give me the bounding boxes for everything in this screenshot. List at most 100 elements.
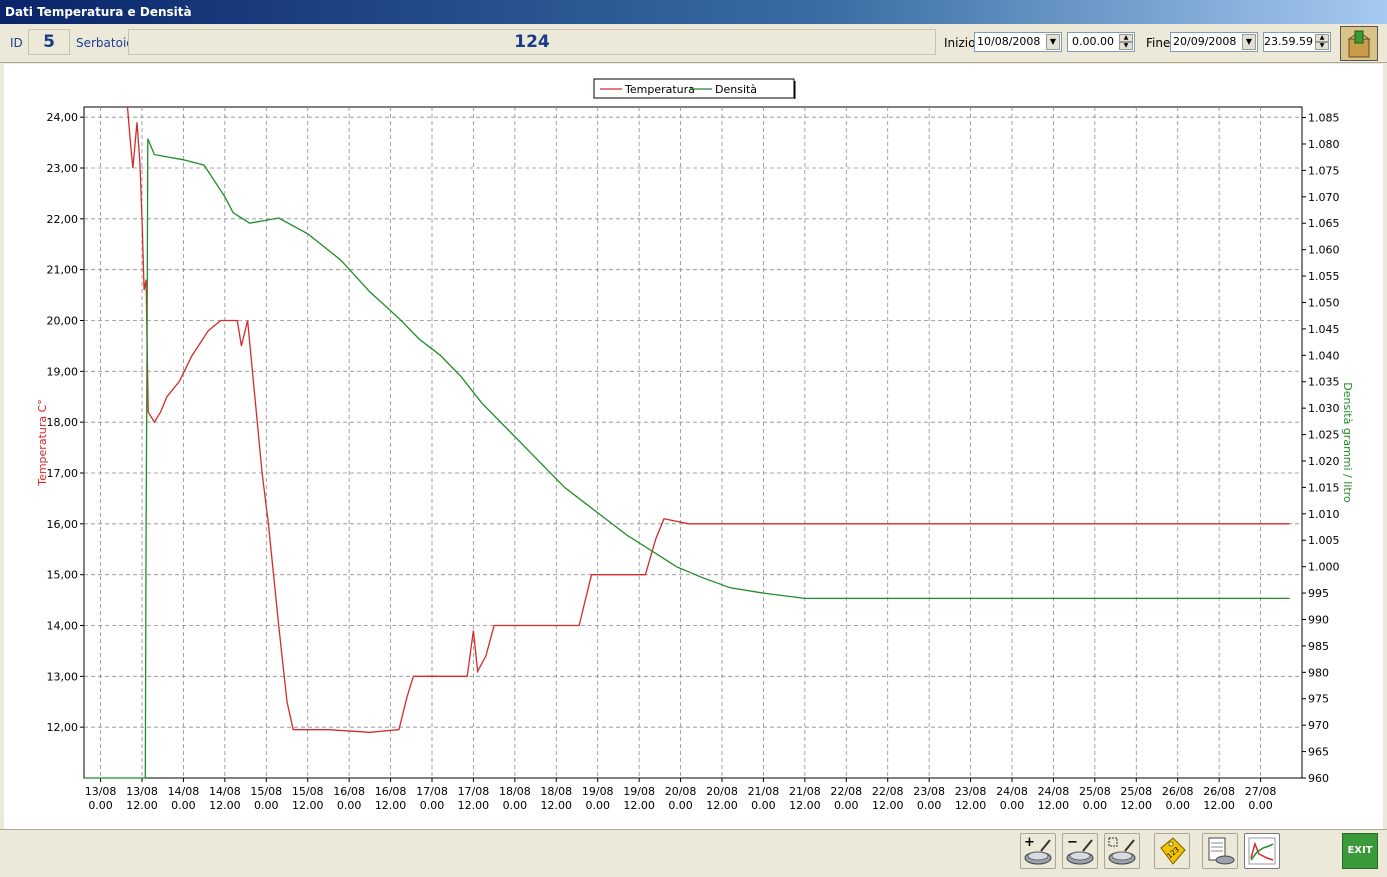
exit-button[interactable]: EXIT <box>1342 833 1378 869</box>
spin-down-icon[interactable]: ▼ <box>1119 42 1133 50</box>
x-tick-time: 0.00 <box>337 799 362 812</box>
y-left-tick-label: 14,00 <box>47 620 79 633</box>
y-right-tick-label: 1.040 <box>1308 349 1340 362</box>
svg-text:−: − <box>1067 835 1078 850</box>
id-label: ID <box>10 36 23 50</box>
y-right-tick-label: 1.035 <box>1308 376 1340 389</box>
y-right-tick-label: 990 <box>1308 613 1329 626</box>
x-tick-time: 12.00 <box>1121 799 1153 812</box>
y-right-tick-label: 1.075 <box>1308 164 1340 177</box>
x-tick-date: 26/08 <box>1162 785 1194 798</box>
x-tick-date: 24/08 <box>996 785 1028 798</box>
y-left-tick-label: 18,00 <box>47 416 79 429</box>
y-right-tick-label: 1.045 <box>1308 323 1340 336</box>
zoom-reset-icon <box>1108 837 1136 865</box>
chart-svg: 13/080.0013/0812.0014/080.0014/0812.0015… <box>36 78 1354 812</box>
x-tick-date: 13/08 <box>85 785 117 798</box>
zoom-in-button[interactable]: + <box>1020 833 1056 869</box>
x-tick-date: 18/08 <box>499 785 531 798</box>
end-date-select[interactable]: 20/09/2008 ▼ <box>1170 32 1258 52</box>
x-tick-date: 14/08 <box>168 785 200 798</box>
x-tick-date: 24/08 <box>1038 785 1070 798</box>
end-time-spinner[interactable]: 23.59.59 ▲ ▼ <box>1263 32 1331 52</box>
x-tick-date: 17/08 <box>416 785 448 798</box>
chart-icon <box>1248 837 1276 865</box>
x-tick-date: 23/08 <box>955 785 987 798</box>
x-tick-time: 12.00 <box>375 799 407 812</box>
x-tick-time: 12.00 <box>789 799 821 812</box>
x-tick-time: 0.00 <box>834 799 859 812</box>
x-tick-time: 12.00 <box>706 799 738 812</box>
end-label: Fine <box>1146 36 1171 50</box>
spin-up-icon[interactable]: ▲ <box>1315 34 1329 42</box>
zoom-out-button[interactable]: − <box>1062 833 1098 869</box>
y-right-tick-label: 965 <box>1308 746 1329 759</box>
y-right-tick-label: 1.080 <box>1308 138 1340 151</box>
y-right-axis-label: Densità grammi / litro <box>1341 382 1354 503</box>
export-button[interactable] <box>1340 26 1378 61</box>
header-toolbar: ID 5 Serbatoio 124 Inizio 10/08/2008 ▼ 0… <box>0 24 1387 63</box>
x-tick-date: 21/08 <box>789 785 821 798</box>
start-date-select[interactable]: 10/08/2008 ▼ <box>974 32 1062 52</box>
end-time-value: 23.59.59 <box>1264 35 1313 48</box>
x-tick-time: 0.00 <box>1000 799 1025 812</box>
x-tick-time: 0.00 <box>171 799 196 812</box>
window-title: Dati Temperatura e Densità <box>0 0 1387 24</box>
print-button[interactable] <box>1202 833 1238 869</box>
x-tick-date: 18/08 <box>540 785 572 798</box>
x-tick-date: 25/08 <box>1120 785 1152 798</box>
y-left-tick-label: 17,00 <box>47 467 79 480</box>
y-right-tick-label: 1.050 <box>1308 296 1340 309</box>
x-tick-time: 0.00 <box>668 799 693 812</box>
x-tick-time: 0.00 <box>585 799 610 812</box>
x-tick-time: 0.00 <box>917 799 942 812</box>
y-right-tick-label: 1.030 <box>1308 402 1340 415</box>
x-tick-time: 0.00 <box>420 799 445 812</box>
y-right-tick-label: 1.070 <box>1308 191 1340 204</box>
zoom-reset-button[interactable] <box>1104 833 1140 869</box>
y-left-tick-label: 20,00 <box>47 315 79 328</box>
legend-label-temperature: Temperatura <box>624 83 695 96</box>
y-left-tick-label: 16,00 <box>47 518 79 531</box>
spin-down-icon[interactable]: ▼ <box>1315 42 1329 50</box>
labels-button[interactable]: 123 <box>1154 833 1190 869</box>
y-right-tick-label: 995 <box>1308 587 1329 600</box>
chevron-down-icon[interactable]: ▼ <box>1046 34 1060 50</box>
start-date-value: 10/08/2008 <box>977 35 1041 48</box>
y-left-tick-label: 13,00 <box>47 670 79 683</box>
x-tick-date: 26/08 <box>1203 785 1235 798</box>
x-tick-time: 0.00 <box>88 799 113 812</box>
x-tick-time: 12.00 <box>292 799 324 812</box>
x-tick-time: 12.00 <box>209 799 241 812</box>
plot-area <box>83 106 1303 779</box>
y-right-tick-label: 1.010 <box>1308 508 1340 521</box>
id-value: 5 <box>28 29 70 55</box>
start-time-spinner[interactable]: 0.00.00 ▲ ▼ <box>1067 32 1135 52</box>
x-tick-time: 0.00 <box>1248 799 1273 812</box>
x-tick-time: 0.00 <box>503 799 528 812</box>
y-left-axis-label: Temperatura C° <box>36 399 49 487</box>
tank-label: Serbatoio <box>76 36 134 50</box>
zoom-out-icon: − <box>1066 835 1094 865</box>
x-tick-date: 15/08 <box>250 785 282 798</box>
x-tick-time: 12.00 <box>872 799 904 812</box>
x-tick-time: 12.00 <box>1203 799 1235 812</box>
end-date-value: 20/09/2008 <box>1173 35 1237 48</box>
x-tick-time: 12.00 <box>1038 799 1070 812</box>
x-tick-time: 12.00 <box>955 799 987 812</box>
x-tick-time: 0.00 <box>1165 799 1190 812</box>
y-left-tick-label: 15,00 <box>47 569 79 582</box>
chevron-down-icon[interactable]: ▼ <box>1242 34 1256 50</box>
legend-label-density: Densità <box>715 83 757 96</box>
y-right-tick-label: 1.000 <box>1308 561 1340 574</box>
spin-up-icon[interactable]: ▲ <box>1119 34 1133 42</box>
x-tick-date: 17/08 <box>458 785 490 798</box>
x-tick-time: 0.00 <box>751 799 776 812</box>
chart-button[interactable] <box>1244 833 1280 869</box>
x-tick-date: 23/08 <box>913 785 945 798</box>
y-right-tick-label: 1.065 <box>1308 217 1340 230</box>
y-left-tick-label: 22,00 <box>47 213 79 226</box>
x-tick-date: 21/08 <box>748 785 780 798</box>
start-label: Inizio <box>944 36 976 50</box>
y-left-tick-label: 12,00 <box>47 721 79 734</box>
